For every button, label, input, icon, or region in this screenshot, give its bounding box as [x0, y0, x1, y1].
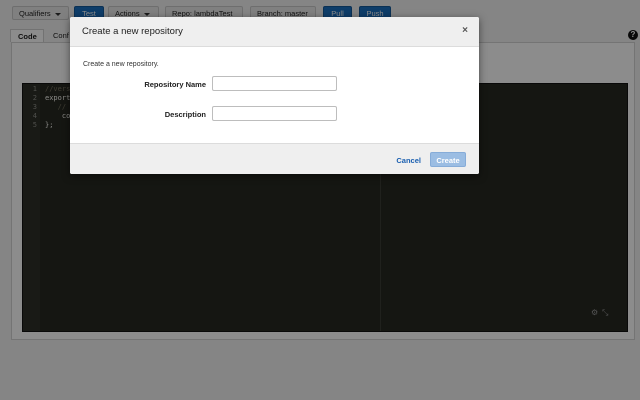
create-repository-dialog: Create a new repository × Create a new r… — [70, 17, 479, 174]
description-input[interactable] — [212, 106, 337, 121]
dialog-header: Create a new repository × — [70, 17, 479, 47]
close-icon[interactable]: × — [462, 25, 468, 36]
dialog-title: Create a new repository — [82, 26, 183, 37]
description-label: Description — [164, 110, 206, 119]
create-button[interactable]: Create — [430, 152, 466, 167]
cancel-button[interactable]: Cancel — [396, 156, 421, 165]
repository-name-label: Repository Name — [144, 80, 206, 89]
repository-name-input[interactable] — [212, 76, 337, 91]
dialog-description: Create a new repository. — [83, 61, 159, 68]
dialog-footer: Cancel Create — [70, 143, 479, 174]
